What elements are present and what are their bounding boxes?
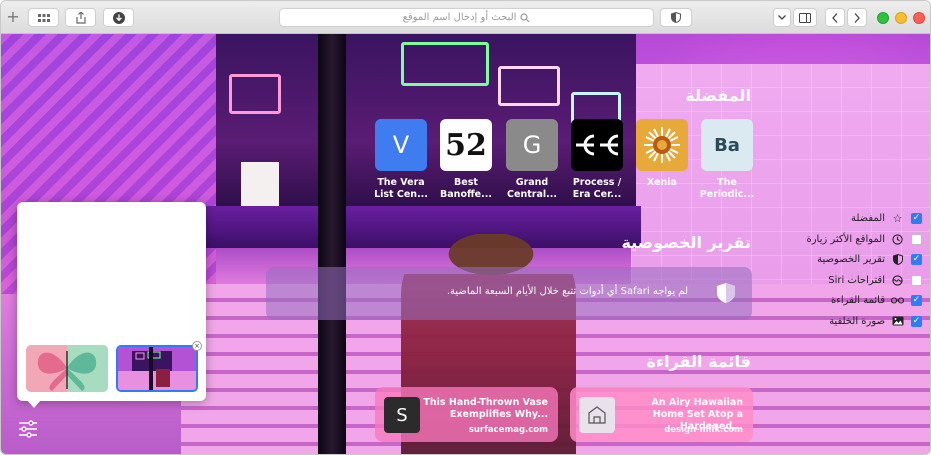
search-icon xyxy=(520,12,530,22)
house-sketch-icon xyxy=(588,406,606,424)
reading-list-thumb xyxy=(579,397,615,433)
favorite-item[interactable]: Xenia xyxy=(636,119,690,189)
checkbox[interactable]: ✓ xyxy=(911,315,922,327)
sidebar-button[interactable] xyxy=(793,8,817,27)
reading-list-item[interactable]: An Airy Hawaiian Home Set Atop a Hardene… xyxy=(570,387,753,442)
toolbar: + البحث أو إدخال اسم الموقع xyxy=(1,1,930,34)
favorite-tile: V xyxy=(375,119,427,171)
tab-overview-button[interactable] xyxy=(28,8,59,27)
glasses-icon xyxy=(891,294,904,307)
shield-icon xyxy=(891,253,904,266)
background-option-butterfly[interactable] xyxy=(26,345,108,392)
favorite-tile: 52 xyxy=(440,119,492,171)
favorite-tile: G xyxy=(506,119,558,171)
grid-icon xyxy=(37,13,50,22)
option-reading-list[interactable]: ✓ قائمة القراءة xyxy=(750,292,922,308)
download-icon xyxy=(112,11,125,24)
back-button[interactable] xyxy=(825,8,845,27)
favorite-tile xyxy=(571,119,623,171)
option-favorites[interactable]: ✓ ☆ المفضلة xyxy=(750,210,922,226)
sidebar-icon xyxy=(799,12,811,23)
favorite-item[interactable]: G Grand Central... xyxy=(506,119,560,201)
safari-window: + البحث أو إدخال اسم الموقع المفضلة V Th… xyxy=(0,0,931,455)
privacy-report-button[interactable] xyxy=(660,8,692,27)
option-siri-suggestions[interactable]: اقتراحات Siri xyxy=(750,272,922,288)
photo-icon xyxy=(891,315,904,328)
shield-icon xyxy=(717,283,735,303)
process-era-logo-icon xyxy=(576,134,619,156)
checkbox[interactable]: ✓ xyxy=(911,212,922,224)
favorite-item[interactable]: V The Vera List Cen... xyxy=(374,119,429,201)
favorites-title: المفضلة xyxy=(685,86,751,105)
favorite-tile xyxy=(636,119,688,171)
star-icon: ☆ xyxy=(892,211,903,225)
xenia-logo-icon xyxy=(644,127,680,163)
checkbox[interactable]: ✓ xyxy=(911,253,922,265)
address-bar[interactable]: البحث أو إدخال اسم الموقع xyxy=(279,8,654,27)
background-option-neon-photo[interactable] xyxy=(116,345,198,392)
sliders-icon xyxy=(19,420,37,438)
reading-list-thumb: S xyxy=(384,397,420,433)
option-frequently-visited[interactable]: المواقع الأكثر زيارة xyxy=(750,231,922,247)
checkbox[interactable] xyxy=(911,274,922,286)
shield-icon xyxy=(671,12,681,23)
siri-icon xyxy=(891,274,904,287)
neon-street-image xyxy=(118,347,196,390)
minimize-button[interactable] xyxy=(895,12,907,24)
favorite-item[interactable]: Process / Era Cer... xyxy=(571,119,625,201)
new-tab-icon[interactable]: + xyxy=(5,9,21,27)
favorite-item[interactable]: Ba The Periodic... xyxy=(700,119,755,201)
option-privacy-report[interactable]: ✓ تقرير الخصوصية xyxy=(750,251,922,267)
privacy-report-card[interactable]: لم يواجه Safari أي أدوات تتبع خلال الأيا… xyxy=(266,267,752,320)
close-button[interactable] xyxy=(913,12,925,24)
customize-settings-button[interactable] xyxy=(17,419,39,439)
downloads-button[interactable] xyxy=(103,8,134,27)
favorite-tile: Ba xyxy=(701,119,753,171)
share-icon xyxy=(75,11,86,24)
checkbox[interactable] xyxy=(911,233,922,245)
remove-background-icon[interactable]: × xyxy=(192,341,202,351)
forward-button[interactable] xyxy=(847,8,867,27)
share-button[interactable] xyxy=(65,8,96,27)
checkbox[interactable]: ✓ xyxy=(911,294,922,306)
chevron-down-icon xyxy=(778,15,786,20)
reading-list-item[interactable]: S This Hand-Thrown Vase Exemplifies Why.… xyxy=(375,387,558,442)
butterfly-image xyxy=(26,345,108,392)
reading-list-title: قائمة القراءة xyxy=(646,352,751,371)
option-background-image[interactable]: ✓ صورة الخلفية xyxy=(750,313,922,329)
clock-icon xyxy=(891,233,904,246)
privacy-report-title: تقرير الخصوصية xyxy=(621,233,751,252)
chevron-left-icon xyxy=(832,12,838,23)
favorite-item[interactable]: 52 Best Banoffe... xyxy=(440,119,494,201)
privacy-report-text: لم يواجه Safari أي أدوات تتبع خلال الأيا… xyxy=(446,286,688,297)
chevron-right-icon xyxy=(854,12,860,23)
fullscreen-button[interactable] xyxy=(877,12,889,24)
tab-menu-button[interactable] xyxy=(773,8,791,27)
search-input[interactable]: البحث أو إدخال اسم الموقع xyxy=(403,12,517,23)
